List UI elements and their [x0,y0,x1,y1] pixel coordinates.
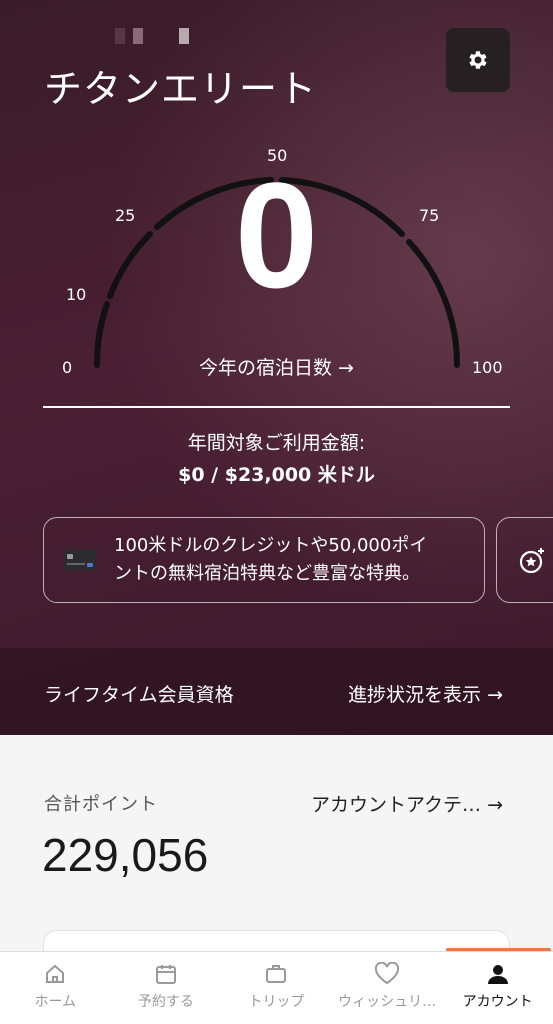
status-hero: チタンエリート 0 10 25 50 75 100 0 今年の宿泊日数 → 年間… [0,0,553,735]
tab-book[interactable]: 予約する [111,952,222,1024]
star-badge-icon [519,548,544,574]
nights-count: 0 [234,151,319,319]
account-activity-link[interactable]: アカウントアクテ… → [311,790,503,817]
calendar-icon [155,965,176,984]
tab-trips[interactable]: トリップ [221,952,332,1024]
status-bar-obscured [115,28,189,44]
benefit-card-text: 100米ドルのクレジットや50,000ポイ ントの無料宿泊特典など豊富な特典。 [114,535,428,584]
view-progress-link[interactable]: 進捗状況を表示 → [348,680,503,707]
annual-spend-label: 年間対象ご利用金額: [187,432,366,454]
settings-button[interactable] [446,28,510,92]
home-icon [46,964,65,983]
heart-icon [374,962,400,985]
tab-home[interactable]: ホーム [0,952,111,1024]
divider [43,406,510,408]
benefit-card-next[interactable] [496,517,553,603]
gear-icon [469,51,487,69]
tab-account[interactable]: アカウント [442,952,553,1024]
annual-spend-value: $0 / $23,000 米ドル [178,464,375,486]
total-points-label: 合計ポイント [44,794,158,815]
person-icon [487,965,508,984]
bottom-tab-bar: ホーム 予約する トリップ ウィッシュリ… アカウント [0,951,553,1024]
lifetime-status-label: ライフタイム会員資格 [44,684,234,706]
suitcase-icon [266,965,287,983]
total-points-value: 229,056 [42,829,209,881]
tab-wishlist[interactable]: ウィッシュリ… [332,952,443,1024]
credit-card-icon [64,549,96,571]
nights-this-year-link[interactable]: 今年の宿泊日数 → [0,353,553,380]
benefit-card[interactable]: 100米ドルのクレジットや50,000ポイ ントの無料宿泊特典など豊富な特典。 [43,517,485,603]
page-title: チタンエリート [44,67,318,111]
